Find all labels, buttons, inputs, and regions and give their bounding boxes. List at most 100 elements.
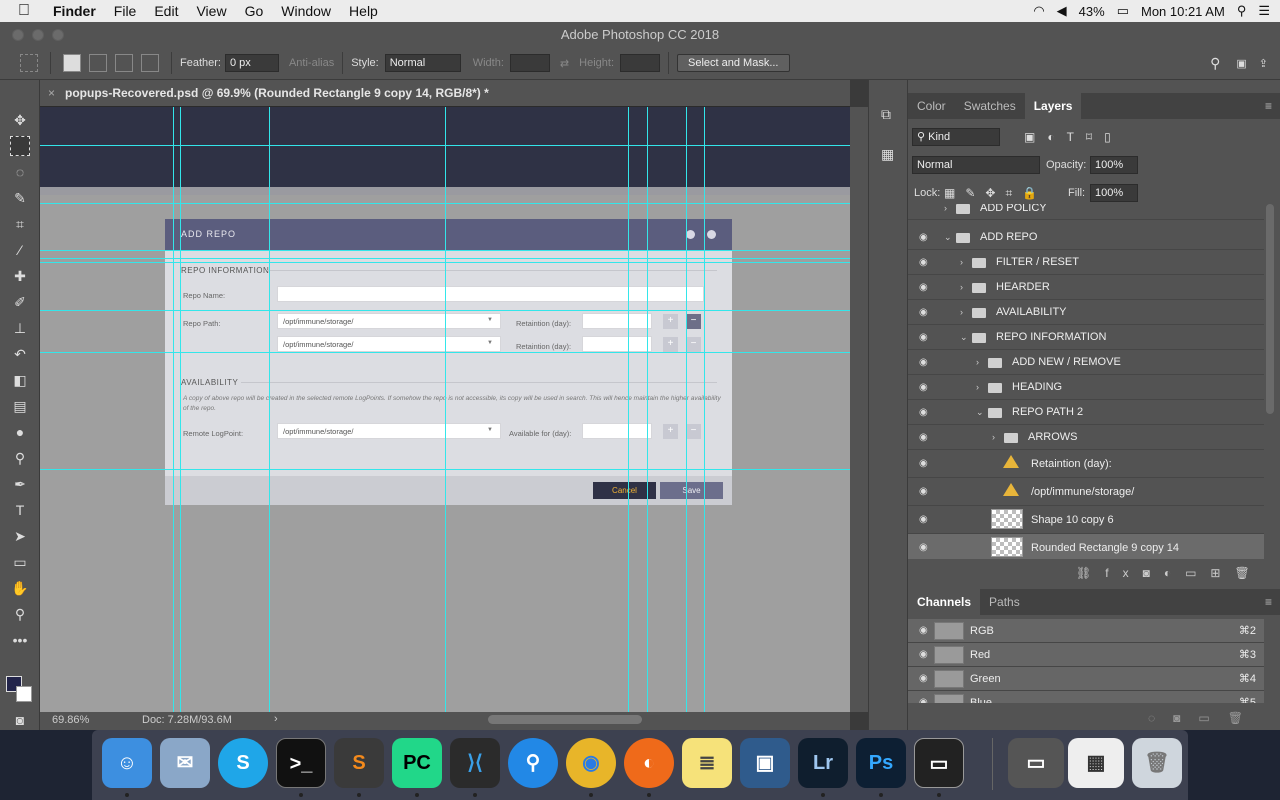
guide-line[interactable] — [704, 107, 705, 712]
tab-channels[interactable]: Channels — [908, 589, 981, 615]
eye-icon[interactable]: ◉ — [919, 667, 931, 691]
marquee-tool-icon[interactable] — [10, 136, 30, 156]
feather-input[interactable]: 0 px — [224, 54, 279, 72]
layer-filter-kind[interactable]: ⚲ Kind — [912, 128, 1000, 146]
eye-icon[interactable]: ◉ — [919, 275, 931, 300]
eraser-tool-icon[interactable]: ◧ — [10, 370, 30, 390]
battery-icon[interactable]: ▭ — [1117, 3, 1129, 19]
tab-layers[interactable]: Layers — [1024, 93, 1082, 119]
guide-line[interactable] — [445, 107, 446, 712]
select-and-mask-button[interactable]: Select and Mask... — [677, 54, 790, 72]
healing-tool-icon[interactable]: ✚ — [10, 266, 30, 286]
channel-row[interactable]: ◉ Green ⌘4 — [908, 667, 1264, 691]
status-menu-icon[interactable]: › — [274, 713, 278, 725]
hand-tool-icon[interactable]: ✋ — [10, 578, 30, 598]
opacity-input[interactable]: 100% — [1090, 156, 1138, 174]
guide-line[interactable] — [686, 107, 687, 712]
height-input[interactable] — [620, 54, 660, 72]
terminal-icon[interactable]: >_ — [276, 738, 326, 788]
stamp-tool-icon[interactable]: ⊥ — [10, 318, 30, 338]
more-tools-icon[interactable]: ••• — [10, 630, 30, 650]
layers-scrollbar[interactable] — [1266, 204, 1274, 414]
layer-row[interactable]: ◉ ⌄ ADD REPO — [908, 225, 1264, 250]
properties-icon[interactable]: ⧉ — [881, 106, 891, 123]
crop-tool-icon[interactable]: ⌗ — [10, 214, 30, 234]
add-selection-icon[interactable] — [89, 54, 107, 72]
eye-icon[interactable]: ◉ — [919, 375, 931, 400]
eye-icon[interactable]: ◉ — [919, 325, 931, 350]
eye-icon[interactable]: ◉ — [919, 478, 931, 506]
battery-percent[interactable]: 43% — [1079, 4, 1105, 19]
canvas-hscroll-thumb[interactable] — [488, 715, 642, 724]
eye-icon[interactable]: ◉ — [919, 691, 931, 703]
pen-tool-icon[interactable]: ✒ — [10, 474, 30, 494]
layer-row-selected[interactable]: ◉ Rounded Rectangle 9 copy 14 — [908, 534, 1264, 559]
layer-row[interactable]: ◉ ⌄ REPO PATH 2 — [908, 400, 1264, 425]
subtract-selection-icon[interactable] — [115, 54, 133, 72]
zoom-tool-icon[interactable]: ⚲ — [10, 604, 30, 624]
eye-icon[interactable]: ◉ — [919, 225, 931, 250]
guide-line[interactable] — [40, 352, 850, 353]
share-icon[interactable]: ⇪ — [1259, 57, 1268, 70]
dodge-tool-icon[interactable]: ⚲ — [10, 448, 30, 468]
lock-icons[interactable]: ▦✎✥⌗🔒 — [944, 186, 1047, 201]
path-select-icon[interactable]: ➤ — [10, 526, 30, 546]
adjustments-icon[interactable]: ▦ — [881, 146, 894, 163]
width-input[interactable] — [509, 54, 550, 72]
chrome-icon[interactable]: ◉ — [566, 738, 616, 788]
channel-row[interactable]: ◉ RGB ⌘2 — [908, 619, 1264, 643]
minimize-window-button[interactable] — [32, 29, 44, 41]
channel-row[interactable]: ◉ Red ⌘3 — [908, 643, 1264, 667]
clock[interactable]: Mon 10:21 AM — [1141, 4, 1225, 19]
downloads-stack-icon[interactable]: ▦ — [1068, 738, 1124, 788]
eye-icon[interactable]: ◉ — [919, 425, 931, 450]
eye-icon[interactable]: ◉ — [919, 643, 931, 667]
quick-mask-icon[interactable]: ◙ — [10, 710, 30, 730]
brush-tool-icon[interactable]: ✐ — [10, 292, 30, 312]
menu-view[interactable]: View — [187, 3, 235, 19]
layer-row[interactable]: ◉ › ARROWS — [908, 425, 1264, 450]
document-tab[interactable]: × popups-Recovered.psd @ 69.9% (Rounded … — [40, 80, 850, 107]
guide-line[interactable] — [628, 107, 629, 712]
mail-icon[interactable]: ✉ — [160, 738, 210, 788]
vscode-icon[interactable]: ⟩⟨ — [450, 738, 500, 788]
guide-line[interactable] — [40, 262, 850, 263]
layer-row[interactable]: ◉ /opt/immune/storage/ — [908, 478, 1264, 506]
layer-row[interactable]: › ADD POLICY — [908, 204, 1264, 220]
fill-input[interactable]: 100% — [1090, 184, 1138, 202]
panel-menu-icon[interactable]: ≡ — [1265, 595, 1272, 609]
volume-icon[interactable]: ◀ — [1057, 3, 1067, 19]
skype-icon[interactable]: S — [218, 738, 268, 788]
guide-line[interactable] — [40, 145, 850, 146]
tab-paths[interactable]: Paths — [980, 589, 1029, 615]
move-tool-icon[interactable]: ✥ — [10, 110, 30, 130]
menu-edit[interactable]: Edit — [145, 3, 187, 19]
guide-line[interactable] — [180, 107, 181, 712]
guide-line[interactable] — [269, 107, 270, 712]
style-select[interactable]: Normal — [384, 54, 461, 72]
tab-color[interactable]: Color — [908, 93, 955, 119]
gradient-tool-icon[interactable]: ▤ — [10, 396, 30, 416]
swap-icon[interactable]: ⇄ — [560, 57, 569, 70]
menu-go[interactable]: Go — [236, 3, 273, 19]
eye-icon[interactable]: ◉ — [919, 506, 931, 534]
search-icon[interactable]: ⚲ — [1237, 3, 1247, 19]
menu-file[interactable]: File — [105, 3, 146, 19]
layer-row[interactable]: ◉ › HEADING — [908, 375, 1264, 400]
channel-actions-bar[interactable]: ◌◙▭🗑 — [908, 706, 1280, 730]
layer-row[interactable]: ◉ Retaintion (day): — [908, 450, 1264, 478]
doc-size[interactable]: Doc: 7.28M/93.6M — [142, 714, 232, 726]
guide-line[interactable] — [173, 107, 174, 712]
lightroom-icon[interactable]: Lr — [798, 738, 848, 788]
eye-icon[interactable]: ◉ — [919, 534, 931, 559]
layer-filter-icons[interactable]: ▣◐T⌑▯ — [1024, 130, 1123, 144]
guide-line[interactable] — [40, 469, 850, 470]
channel-row[interactable]: ◉ Blue ⌘5 — [908, 691, 1264, 703]
eye-icon[interactable]: ◉ — [919, 350, 931, 375]
eye-icon[interactable]: ◉ — [919, 250, 931, 275]
canvas-area[interactable]: ADD REPO REPO INFORMATION Repo Name: Rep… — [40, 107, 850, 712]
layer-row[interactable]: ◉ › HEARDER — [908, 275, 1264, 300]
firefox-icon[interactable]: ◐ — [624, 738, 674, 788]
workspace-icon[interactable]: ▣ — [1236, 57, 1246, 70]
eye-icon[interactable]: ◉ — [919, 400, 931, 425]
